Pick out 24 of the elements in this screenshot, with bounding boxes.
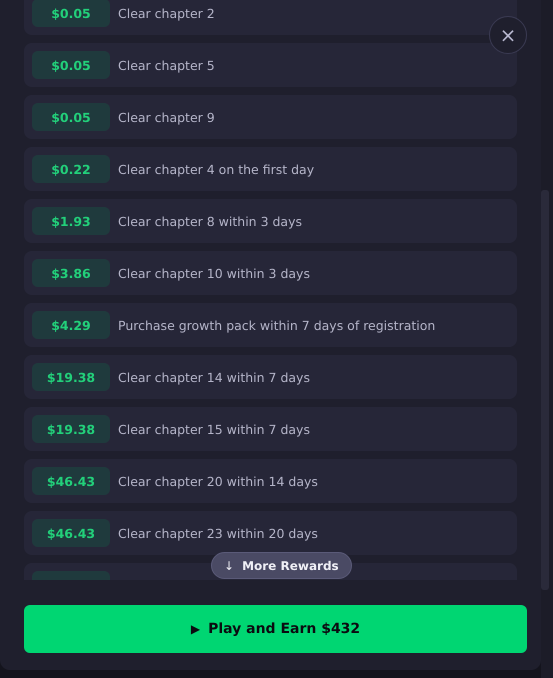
reward-task: Clear chapter 15 within 7 days — [118, 422, 310, 436]
reward-task: Clear chapter 5 — [118, 58, 215, 72]
reward-amount: $1.93 — [32, 207, 110, 235]
reward-amount: $46.43 — [32, 519, 110, 547]
reward-task: Clear chapter 10 within 3 days — [118, 266, 310, 280]
reward-amount: $19.38 — [32, 415, 110, 443]
reward-task: Clear chapter 20 within 14 days — [118, 474, 318, 488]
reward-task: Clear chapter 14 within 7 days — [118, 370, 310, 384]
reward-amount: $0.05 — [32, 51, 110, 79]
reward-amount: $46.43 — [32, 467, 110, 495]
reward-amount: $0.05 — [32, 103, 110, 131]
reward-task: Clear chapter 8 within 3 days — [118, 214, 302, 228]
reward-amount: $0.22 — [32, 155, 110, 183]
play-and-earn-button[interactable]: ▶ Play and Earn $432 — [24, 605, 527, 653]
reward-task: Clear chapter 9 — [118, 110, 215, 124]
more-rewards-button[interactable]: ↓ More Rewards — [211, 552, 352, 579]
reward-amount: $19.38 — [32, 363, 110, 391]
reward-task: Clear chapter 2 — [118, 6, 215, 20]
reward-task: Clear chapter 4 on the first day — [118, 162, 314, 176]
reward-task: Purchase growth pack within 7 days of registration — [118, 318, 436, 332]
reward-amount: $4.29 — [32, 311, 110, 339]
reward-amount: $0.05 — [32, 0, 110, 27]
reward-amount: $3.86 — [32, 259, 110, 287]
reward-task: Clear chapter 23 within 20 days — [118, 526, 318, 540]
